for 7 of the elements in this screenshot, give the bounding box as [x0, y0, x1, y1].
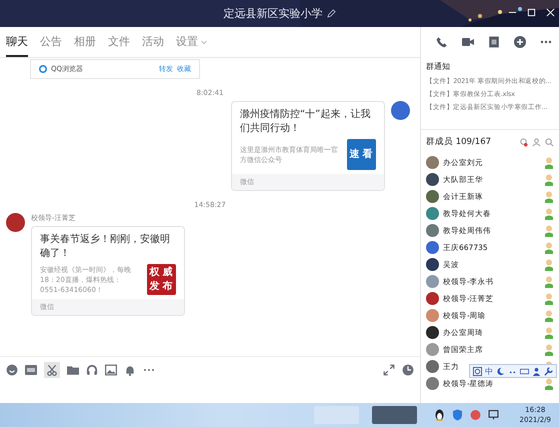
members-title: 群成员 109/167 [426, 136, 492, 148]
card-thumbnail: 权威发布 [147, 264, 176, 295]
window-title: 定远县新区实验小学 [224, 6, 322, 21]
notice-title: 群通知 [426, 61, 451, 72]
card-title: 事关春节返乡！刚刚，安徽明确了！ [39, 232, 171, 261]
card-title: 滁州疫情防控“十”起来，让我们共同行动！ [239, 108, 372, 136]
card-thumbnail: 速看 [347, 139, 376, 170]
